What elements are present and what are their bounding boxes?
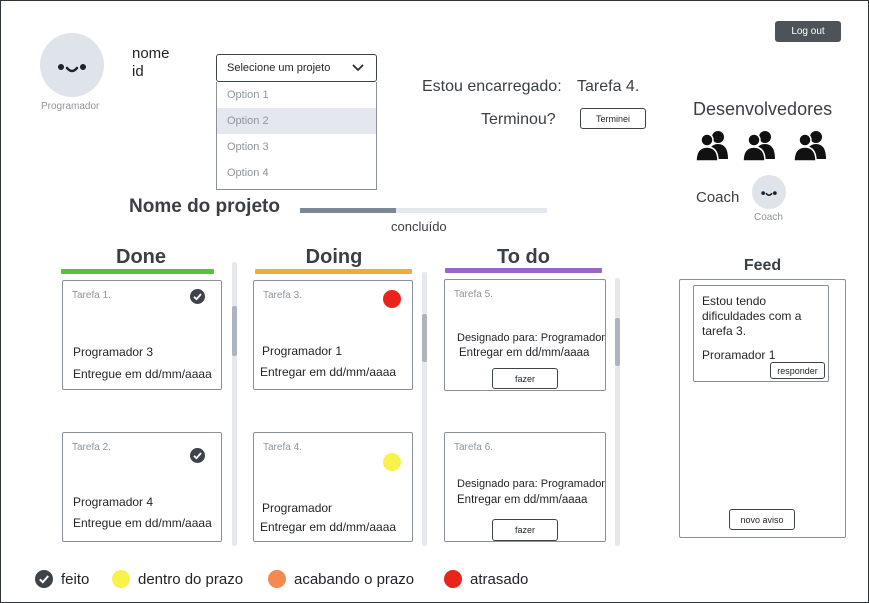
check-icon <box>35 570 53 588</box>
feed-message: Estou tendo dificuldades com a tarefa 3.… <box>693 285 829 382</box>
in-charge-label: Estou encarregado: <box>422 78 562 95</box>
task-due-date: Entregue em dd/mm/aaaa <box>73 367 212 381</box>
legend-item-on-time: dentro do prazo <box>112 570 243 588</box>
column-bar-doing <box>255 269 412 274</box>
task-card[interactable]: Tarefa 4. Programador Entregar em dd/mm/… <box>253 432 413 542</box>
task-assignee: Designado para: Programador <box>457 332 605 344</box>
coach-label: Coach <box>696 189 740 206</box>
done-scrollbar[interactable] <box>232 262 237 546</box>
done-scrollbar-thumb[interactable] <box>232 306 237 356</box>
feed-message-author: Proramador 1 <box>702 348 776 362</box>
project-option-3[interactable]: Option 3 <box>217 134 376 160</box>
logout-button[interactable]: Log out <box>775 21 841 42</box>
task-title: Tarefa 5. <box>454 289 493 300</box>
reply-button[interactable]: responder <box>770 362 825 379</box>
coach-avatar[interactable] <box>752 175 786 209</box>
legend-item-ending: acabando o prazo <box>268 570 414 588</box>
task-card[interactable]: Tarefa 1. Programador 3 Entregue em dd/m… <box>62 280 222 390</box>
task-due-date: Entregue em dd/mm/aaaa <box>73 516 212 530</box>
column-bar-todo <box>445 268 602 273</box>
legend-dot-ending <box>268 570 286 588</box>
app-window: Programador nome id Selecione um projeto… <box>0 0 869 603</box>
progress-label: concluído <box>391 219 447 234</box>
developer-icon[interactable] <box>742 129 778 161</box>
legend-label: dentro do prazo <box>138 570 244 588</box>
finished-button[interactable]: Terminei <box>580 108 646 129</box>
legend-label: acabando o prazo <box>294 570 415 588</box>
task-card[interactable]: Tarefa 5. Designado para: Programador En… <box>444 279 606 391</box>
developer-icon[interactable] <box>793 129 829 161</box>
task-due-date: Entregar em dd/mm/aaaa <box>260 365 397 379</box>
todo-scrollbar-thumb[interactable] <box>615 318 620 366</box>
project-select[interactable]: Selecione um projeto <box>216 54 377 82</box>
team-title: Desenvolvedores <box>693 99 833 119</box>
task-assignee: Programador <box>262 501 333 515</box>
finished-label: Terminou? <box>481 111 556 128</box>
new-notice-button[interactable]: novo aviso <box>729 509 795 530</box>
todo-scrollbar[interactable] <box>615 278 620 546</box>
chevron-down-icon <box>352 64 364 72</box>
user-id: id <box>132 63 144 80</box>
task-due-date: Entregar em dd/mm/aaaa <box>260 520 397 534</box>
project-progress-bar <box>300 208 547 213</box>
column-title-done: Done <box>116 246 166 268</box>
task-assignee: Designado para: Programador <box>457 478 605 490</box>
task-assignee: Programador 3 <box>73 345 154 359</box>
project-progress-fill <box>300 208 397 213</box>
legend-label: atrasado <box>470 570 529 588</box>
status-on-time-indicator <box>383 453 401 471</box>
status-late-indicator <box>383 290 401 308</box>
doing-scrollbar[interactable] <box>422 272 427 546</box>
smiley-face-icon <box>58 64 86 73</box>
task-assignee: Programador 1 <box>262 344 343 358</box>
user-role: Programador <box>41 101 100 112</box>
smiley-face-icon <box>761 191 777 196</box>
do-task-button[interactable]: fazer <box>492 368 558 389</box>
project-option-1[interactable]: Option 1 <box>217 82 376 108</box>
project-option-4[interactable]: Option 4 <box>217 160 376 186</box>
task-title: Tarefa 1. <box>72 290 111 301</box>
coach-caption: Coach <box>754 212 783 223</box>
task-due-date: Entregar em dd/mm/aaaa <box>459 347 590 359</box>
column-bar-done <box>61 269 214 274</box>
task-card[interactable]: Tarefa 2. Programador 4 Entregue em dd/m… <box>62 432 222 542</box>
check-icon <box>190 448 205 463</box>
task-title: Tarefa 4. <box>263 442 302 453</box>
task-title: Tarefa 2. <box>72 442 111 453</box>
task-assignee: Programador 4 <box>73 495 154 509</box>
column-title-doing: Doing <box>305 246 363 268</box>
column-title-todo: To do <box>497 246 550 268</box>
legend-label: feito <box>61 570 90 588</box>
developer-icon[interactable] <box>695 129 731 161</box>
user-name: nome <box>132 45 170 62</box>
doing-scrollbar-thumb[interactable] <box>422 314 427 362</box>
task-title: Tarefa 6. <box>454 442 493 453</box>
task-title: Tarefa 3. <box>263 290 302 301</box>
legend-dot-late <box>444 570 462 588</box>
do-task-button[interactable]: fazer <box>492 519 558 541</box>
task-card[interactable]: Tarefa 3. Programador 1 Entregar em dd/m… <box>253 280 413 390</box>
feed-title: Feed <box>743 257 782 274</box>
task-card[interactable]: Tarefa 6. Designado para: Programador En… <box>444 432 606 542</box>
select-placeholder: Selecione um projeto <box>227 62 331 74</box>
project-option-2[interactable]: Option 2 <box>217 108 376 134</box>
legend-item-late: atrasado <box>444 570 528 588</box>
project-name: Nome do projeto <box>129 196 280 217</box>
user-avatar[interactable] <box>40 33 104 97</box>
task-due-date: Entregar em dd/mm/aaaa <box>457 494 588 506</box>
check-icon <box>190 289 205 304</box>
feed-message-text: Estou tendo dificuldades com a tarefa 3. <box>702 294 802 338</box>
project-options-list: Option 1 Option 2 Option 3 Option 4 <box>216 82 377 190</box>
in-charge-value: Tarefa 4. <box>577 78 640 95</box>
legend-item-done: feito <box>35 570 89 588</box>
legend-dot-on-time <box>112 570 130 588</box>
